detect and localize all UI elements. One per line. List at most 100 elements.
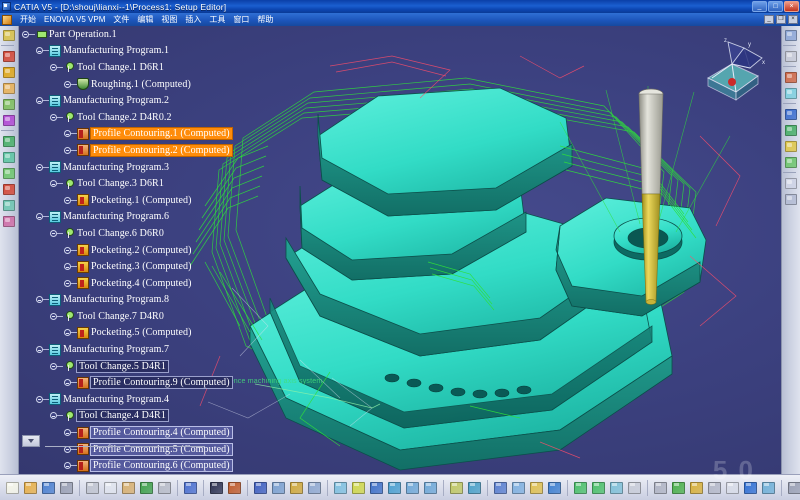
minimize-button[interactable]: _: [752, 1, 767, 12]
pan-icon[interactable]: [368, 479, 385, 497]
open-document-icon[interactable]: [22, 479, 39, 497]
blue-bar-icon[interactable]: [742, 479, 759, 497]
geometry-area-icon[interactable]: [1, 198, 17, 213]
specification-tree[interactable]: Part Operation.1 Manufacturing Program.1 T…: [22, 26, 322, 474]
tree-row[interactable]: Tool Change.2 D4R0.2: [22, 109, 322, 126]
tree-row[interactable]: Manufacturing Program.6: [22, 209, 322, 226]
maximize-button[interactable]: □: [768, 1, 783, 12]
redo-icon[interactable]: [156, 479, 173, 497]
look-at-icon[interactable]: [448, 479, 465, 497]
machining-process-icon[interactable]: [783, 28, 799, 43]
tree-row[interactable]: Part Operation.1: [22, 26, 322, 43]
tree-row[interactable]: Pocketing.1 (Computed): [22, 192, 322, 209]
analysis-icon[interactable]: [783, 155, 799, 170]
new-document-icon[interactable]: [4, 479, 21, 497]
auxiliary-operation-icon[interactable]: [1, 150, 17, 165]
roughing-operation-icon[interactable]: [1, 49, 17, 64]
profile-contouring-icon[interactable]: [1, 81, 17, 96]
menu-item-edit[interactable]: 编辑: [133, 13, 157, 26]
grid-snap-icon[interactable]: [724, 479, 741, 497]
menu-item-start[interactable]: 开始: [16, 13, 40, 26]
tree-expander-icon[interactable]: [64, 146, 71, 154]
menu-item-view[interactable]: 视图: [157, 13, 181, 26]
menu-item-insert[interactable]: 插入: [181, 13, 205, 26]
tree-expander-icon[interactable]: [36, 213, 43, 221]
paste-icon[interactable]: [120, 479, 137, 497]
formula-icon[interactable]: [208, 479, 225, 497]
tree-expander-icon[interactable]: [50, 412, 57, 420]
drilling-operation-icon[interactable]: [1, 113, 17, 128]
sketch-analysis-icon[interactable]: [760, 479, 777, 497]
rotate-icon[interactable]: [386, 479, 403, 497]
iso-view-icon[interactable]: [492, 479, 509, 497]
zoom-in-icon[interactable]: [404, 479, 421, 497]
power-input-icon[interactable]: [270, 479, 287, 497]
video-simulation-icon[interactable]: [783, 139, 799, 154]
tree-row[interactable]: Tool Change.4 D4R1: [22, 408, 322, 425]
machining-feature-icon[interactable]: [1, 166, 17, 181]
tree-row[interactable]: Manufacturing Program.4: [22, 391, 322, 408]
menu-item-tools[interactable]: 工具: [205, 13, 229, 26]
tree-scroll-down-button[interactable]: [22, 435, 40, 447]
key-icon[interactable]: [688, 479, 705, 497]
material-removal-icon[interactable]: [783, 107, 799, 122]
tree-expander-icon[interactable]: [64, 263, 71, 271]
tree-row[interactable]: Tool Change.7 D4R0: [22, 308, 322, 325]
tree-expander-icon[interactable]: [50, 180, 57, 188]
whats-this-help-icon[interactable]: [182, 479, 199, 497]
tree-row[interactable]: Profile Contouring.1 (Computed): [22, 126, 322, 143]
mdi-close-button[interactable]: ×: [788, 15, 798, 24]
tree-row[interactable]: Roughing.1 (Computed): [22, 76, 322, 93]
lock-icon[interactable]: [288, 479, 305, 497]
info-icon[interactable]: [546, 479, 563, 497]
tree-expander-icon[interactable]: [36, 395, 43, 403]
scissors-icon[interactable]: [706, 479, 723, 497]
tool-change-icon[interactable]: [1, 134, 17, 149]
cl-file-icon[interactable]: [783, 192, 799, 207]
tree-expander-icon[interactable]: [64, 196, 71, 204]
tree-expander-icon[interactable]: [36, 296, 43, 304]
undo-icon[interactable]: [138, 479, 155, 497]
render-style-icon[interactable]: [572, 479, 589, 497]
hide-show-icon[interactable]: [590, 479, 607, 497]
menu-item-window[interactable]: 窗口: [229, 13, 253, 26]
normal-view-icon[interactable]: [350, 479, 367, 497]
table-icon[interactable]: [626, 479, 643, 497]
tree-row[interactable]: Manufacturing Program.8: [22, 292, 322, 309]
tree-row[interactable]: Profile Contouring.5 (Computed): [22, 441, 322, 458]
tree-expander-icon[interactable]: [64, 279, 71, 287]
compass-widget[interactable]: z y x: [692, 34, 776, 108]
tree-row[interactable]: Pocketing.4 (Computed): [22, 275, 322, 292]
tree-row[interactable]: Manufacturing Program.3: [22, 159, 322, 176]
close-button[interactable]: ×: [784, 1, 799, 12]
comment-icon[interactable]: [226, 479, 243, 497]
tree-expander-icon[interactable]: [64, 130, 71, 138]
mdi-restore-button[interactable]: ❐: [776, 15, 786, 24]
tree-expander-icon[interactable]: [50, 229, 57, 237]
mdi-minimize-button[interactable]: _: [764, 15, 774, 24]
tree-expander-icon[interactable]: [64, 462, 71, 470]
tree-row[interactable]: Tool Change.6 D6R0: [22, 225, 322, 242]
tool-catalog-icon[interactable]: [783, 70, 799, 85]
catia-app-icon[interactable]: [2, 2, 11, 11]
tree-row[interactable]: Pocketing.5 (Computed): [22, 325, 322, 342]
tree-row[interactable]: Profile Contouring.4 (Computed): [22, 424, 322, 441]
print-icon[interactable]: [58, 479, 75, 497]
tree-row[interactable]: Pocketing.2 (Computed): [22, 242, 322, 259]
pencil-sketch-icon[interactable]: [652, 479, 669, 497]
distance-icon[interactable]: [786, 479, 800, 497]
tree-expander-icon[interactable]: [22, 30, 29, 38]
tree-row[interactable]: Tool Change.5 D4R1: [22, 358, 322, 375]
program-list-icon[interactable]: [783, 86, 799, 101]
tree-row[interactable]: Profile Contouring.9 (Computed): [22, 374, 322, 391]
tree-row[interactable]: Manufacturing Program.7: [22, 341, 322, 358]
tree-expander-icon[interactable]: [64, 329, 71, 337]
copy-icon[interactable]: [102, 479, 119, 497]
tree-row[interactable]: Pocketing.3 (Computed): [22, 258, 322, 275]
menu-item-help[interactable]: 帮助: [253, 13, 277, 26]
view-mode-icon[interactable]: [466, 479, 483, 497]
tree-expander-icon[interactable]: [50, 63, 57, 71]
front-view-icon[interactable]: [510, 479, 527, 497]
tree-expander-icon[interactable]: [36, 97, 43, 105]
apt-source-icon[interactable]: [783, 176, 799, 191]
